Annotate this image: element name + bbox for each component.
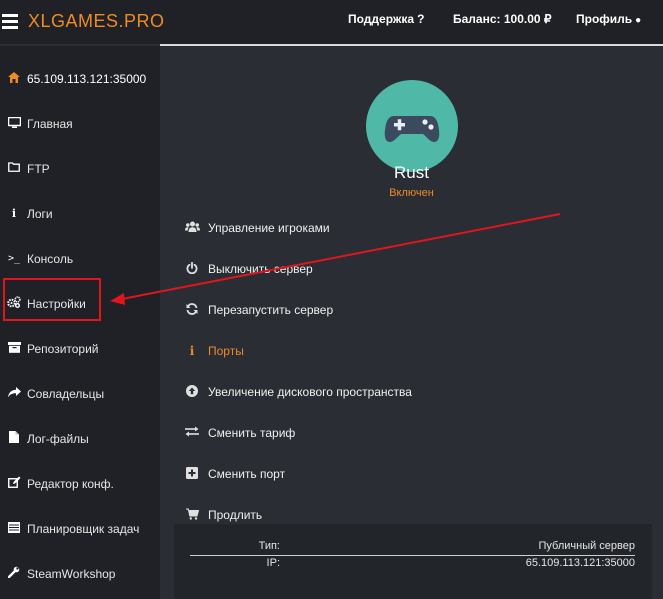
gamepad-icon bbox=[384, 116, 440, 142]
action-label: Сменить порт bbox=[208, 467, 286, 481]
top-bar: XLGAMES.PRO Поддержка? Баланс: 100.00 ₽ … bbox=[0, 0, 663, 46]
share-icon bbox=[6, 386, 22, 401]
action-label: Продлить bbox=[208, 508, 263, 522]
sidebar-item-log-files[interactable]: Лог-файлы bbox=[0, 416, 160, 461]
server-info-panel: Тип: Публичный сервер IP: 65.109.113.121… bbox=[174, 524, 652, 599]
user-icon: ● bbox=[635, 15, 642, 26]
sidebar-item-task-scheduler[interactable]: Планировщик задач bbox=[0, 506, 160, 551]
action-label: Выключить сервер bbox=[208, 262, 313, 276]
profile-link[interactable]: Профиль ● bbox=[576, 12, 641, 26]
home-icon bbox=[6, 71, 22, 86]
hamburger-menu-icon[interactable] bbox=[2, 14, 18, 29]
server-ip-row: IP: 65.109.113.121:35000 bbox=[190, 557, 635, 573]
power-icon bbox=[184, 261, 200, 277]
game-title: Rust bbox=[394, 163, 429, 182]
action-label: Порты bbox=[208, 344, 244, 358]
archive-icon bbox=[6, 341, 22, 356]
wrench-icon bbox=[6, 566, 22, 581]
increase-disk-space-button[interactable]: Увеличение дискового пространства bbox=[184, 381, 412, 403]
users-icon bbox=[184, 221, 200, 235]
sidebar-item-repository[interactable]: Репозиторий bbox=[0, 326, 160, 371]
sidebar-item-label: Консоль bbox=[27, 251, 74, 266]
server-type-label: Тип: bbox=[258, 540, 280, 552]
server-type-value: Публичный сервер bbox=[538, 540, 635, 552]
sidebar-item-label: Совладельцы bbox=[27, 386, 105, 401]
ports-button[interactable]: i Порты bbox=[184, 340, 244, 362]
edit-icon bbox=[6, 476, 22, 491]
sidebar-item-label: 65.109.113.121:35000 bbox=[27, 71, 147, 86]
sidebar-item-co-owners[interactable]: Совладельцы bbox=[0, 371, 160, 416]
main-content: Rust Включен Управление игроками Выключи… bbox=[160, 46, 663, 599]
extend-button[interactable]: Продлить bbox=[184, 504, 262, 526]
server-status: Включен bbox=[389, 187, 434, 199]
folder-icon bbox=[6, 162, 22, 175]
sidebar-item-label: Редактор конф. bbox=[27, 476, 114, 491]
sidebar-item-main[interactable]: Главная bbox=[0, 101, 160, 146]
server-ip-label: IP: bbox=[266, 557, 280, 569]
server-type-row: Тип: Публичный сервер bbox=[190, 540, 635, 556]
cart-icon bbox=[184, 508, 200, 523]
file-icon bbox=[6, 431, 22, 446]
monitor-icon bbox=[6, 116, 22, 131]
manage-players-button[interactable]: Управление игроками bbox=[184, 217, 330, 239]
plus-square-icon bbox=[184, 466, 200, 482]
question-icon: ? bbox=[417, 12, 425, 26]
change-port-button[interactable]: Сменить порт bbox=[184, 463, 285, 485]
sidebar-item-console[interactable]: >_ Консоль bbox=[0, 236, 160, 281]
brand-logo[interactable]: XLGAMES.PRO bbox=[28, 11, 165, 32]
profile-label: Профиль bbox=[576, 12, 633, 26]
game-avatar bbox=[366, 80, 458, 172]
sidebar-item-label: FTP bbox=[27, 161, 50, 176]
support-link[interactable]: Поддержка? bbox=[348, 12, 424, 26]
list-icon bbox=[6, 521, 22, 536]
exchange-icon bbox=[184, 426, 200, 440]
stop-server-button[interactable]: Выключить сервер bbox=[184, 258, 313, 280]
server-ip-value: 65.109.113.121:35000 bbox=[525, 557, 635, 569]
settings-highlight-box bbox=[3, 278, 101, 321]
sidebar-item-steam-workshop[interactable]: SteamWorkshop bbox=[0, 551, 160, 596]
action-label: Перезапустить сервер bbox=[208, 303, 334, 317]
sidebar-item-ftp[interactable]: FTP bbox=[0, 146, 160, 191]
sidebar-item-label: Лог-файлы bbox=[27, 431, 89, 446]
sidebar-item-logs[interactable]: i Логи bbox=[0, 191, 160, 236]
refresh-icon bbox=[184, 302, 200, 318]
action-label: Увеличение дискового пространства bbox=[208, 385, 412, 399]
sidebar-item-label: Логи bbox=[27, 206, 53, 221]
sidebar-item-config-editor[interactable]: Редактор конф. bbox=[0, 461, 160, 506]
change-tariff-button[interactable]: Сменить тариф bbox=[184, 422, 295, 444]
terminal-icon: >_ bbox=[7, 253, 21, 264]
sidebar-item-label: Планировщик задач bbox=[27, 521, 140, 536]
arrow-up-circle-icon bbox=[184, 384, 200, 400]
restart-server-button[interactable]: Перезапустить сервер bbox=[184, 299, 333, 321]
info-icon: i bbox=[11, 207, 17, 220]
sidebar-item-label: Главная bbox=[27, 116, 73, 131]
action-label: Сменить тариф bbox=[208, 426, 296, 440]
sidebar-item-server-address[interactable]: 65.109.113.121:35000 bbox=[0, 56, 160, 101]
sidebar-item-label: Репозиторий bbox=[27, 341, 99, 356]
sidebar-item-label: SteamWorkshop bbox=[27, 566, 116, 581]
balance-link[interactable]: Баланс: 100.00 ₽ bbox=[453, 12, 552, 26]
support-label: Поддержка bbox=[348, 12, 415, 26]
info-icon: i bbox=[189, 344, 195, 358]
action-label: Управление игроками bbox=[208, 221, 330, 235]
info-divider bbox=[190, 555, 635, 556]
